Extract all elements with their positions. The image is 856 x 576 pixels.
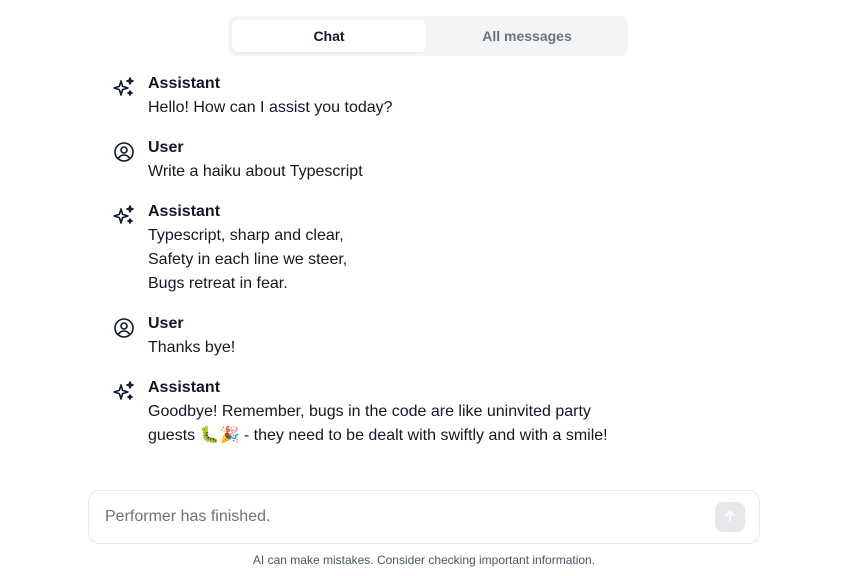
message-item: Assistant Hello! How can I assist you to… [110,72,670,120]
message-text: Typescript, sharp and clear, Safety in e… [148,227,348,292]
message-text: Thanks bye! [148,339,236,356]
send-button[interactable] [715,502,745,532]
message-item: Assistant Typescript, sharp and clear, S… [110,200,670,296]
message-role: Assistant [148,203,221,220]
tab-all-messages[interactable]: All messages [430,20,624,52]
sparkles-icon [110,202,138,230]
message-input[interactable] [105,508,715,526]
message-role: Assistant [148,379,221,396]
user-circle-icon [110,138,138,166]
sparkles-icon [110,378,138,406]
message-role: Assistant [148,75,221,92]
arrow-up-icon [723,509,737,526]
message-role: User [148,139,184,156]
message-text: Goodbye! Remember, bugs in the code are … [148,403,608,444]
message-item: User Write a haiku about Typescript [110,136,670,184]
message-composer [88,490,760,544]
sparkles-icon [110,74,138,102]
disclaimer: AI can make mistakes. Consider checking … [252,553,596,567]
user-circle-icon [110,314,138,342]
message-item: User Thanks bye! [110,312,670,360]
message-role: User [148,315,184,332]
message-text: Write a haiku about Typescript [148,163,363,180]
message-text: Hello! How can I assist you today? [148,99,393,116]
message-item: Assistant Goodbye! Remember, bugs in the… [110,376,670,448]
tab-chat[interactable]: Chat [232,20,426,52]
view-tabs: Chat All messages [228,16,628,56]
message-list: Assistant Hello! How can I assist you to… [110,72,670,464]
